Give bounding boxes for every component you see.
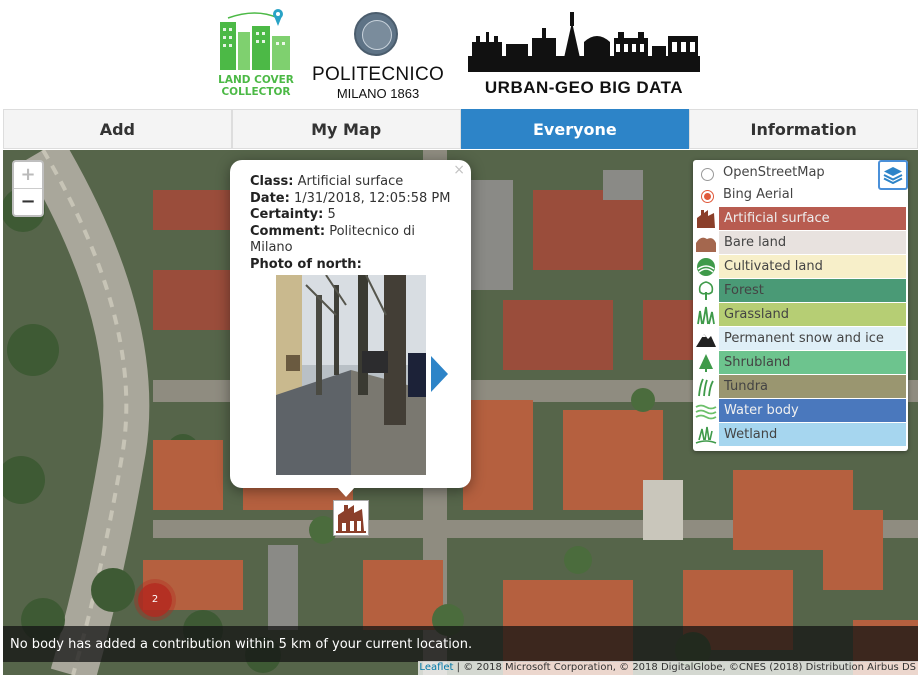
wetland-label: Wetland [719,423,906,446]
artificial-surface-marker[interactable] [333,500,369,536]
overlay-artificial-surface[interactable]: Artificial surface [693,207,908,231]
location-notice: No body has added a contribution within … [3,626,918,662]
popup-class-label: Class: [250,174,294,189]
milan-skyline-icon [468,12,700,72]
base-layer-openstreetmap[interactable]: OpenStreetMap [693,162,908,186]
overlay-cultivated-land[interactable]: Cultivated land [693,255,908,279]
osm-radio[interactable] [701,168,714,181]
leaflet-link[interactable]: Leaflet [419,662,453,673]
overlay-water-body[interactable]: Water body [693,399,908,423]
politecnico-seal-icon [354,12,398,56]
osm-label: OpenStreetMap [723,165,825,180]
popup-date-value: 1/31/2018, 12:05:58 PM [293,190,451,206]
overlay-tundra[interactable]: Tundra [693,375,908,399]
base-layer-bing-aerial[interactable]: Bing Aerial [693,184,908,208]
observation-popup: × Class: Artificial surface Date: 1/31/2… [230,160,471,488]
snow-ice-icon [696,334,716,347]
shrubland-label: Shrubland [719,351,906,374]
map[interactable]: + − × Class: Artificial surface Date: 1/… [3,150,918,675]
tundra-icon [698,378,714,397]
artificial-surface-label: Artificial surface [719,207,906,230]
popup-photo-row: Photo of north: [250,257,460,274]
cultivated-land-label: Cultivated land [719,255,906,278]
zoom-out-button[interactable]: − [14,189,42,215]
artificial-surface-icon [336,505,366,533]
lcc-line1: LAND COVER [218,74,294,86]
popup-date-label: Date: [250,190,290,206]
urban-geo-big-data-logo: URBAN-GEO BIG DATA [466,12,702,100]
popup-photo-label: Photo of north: [250,256,362,272]
bing-radio[interactable] [701,190,714,203]
popup-comment-row: Comment: Politecnico di Milano [250,224,460,257]
popup-certainty-value: 5 [327,207,336,222]
bare-land-label: Bare land [719,231,906,254]
main-nav: Add My Map Everyone Information [3,109,918,149]
overlay-shrubland[interactable]: Shrubland [693,351,908,375]
layers-icon [883,167,903,185]
grassland-icon [697,306,715,325]
cultivated-land-icon [697,258,715,276]
urban-geo-big-data-title: URBAN-GEO BIG DATA [484,78,684,97]
header: LAND COVER COLLECTOR POLITECNICO MILANO … [0,0,921,108]
artificial-surface-icon [697,210,715,228]
north-photo[interactable] [276,275,426,475]
overlay-wetland[interactable]: Wetland [693,423,908,447]
tab-my-map[interactable]: My Map [231,109,461,149]
politecnico-logo: POLITECNICO MILANO 1863 [312,10,445,101]
politecnico-sub: MILANO 1863 [336,86,420,101]
popup-class-value: Artificial surface [297,174,404,189]
tab-information[interactable]: Information [689,109,918,149]
tundra-label: Tundra [719,375,906,398]
overlay-forest[interactable]: Forest [693,279,908,303]
popup-certainty-label: Certainty: [250,207,324,222]
tab-everyone[interactable]: Everyone [460,109,690,149]
overlay-permanent-snow-ice[interactable]: Permanent snow and ice [693,327,908,351]
overlay-bare-land[interactable]: Bare land [693,231,908,255]
forest-icon [698,281,714,300]
zoom-in-button[interactable]: + [14,162,42,189]
wetland-icon [695,426,717,444]
next-photo-arrow-icon[interactable] [431,356,448,392]
tab-add[interactable]: Add [3,109,232,149]
snow-ice-label: Permanent snow and ice [719,327,906,350]
lcc-line2: COLLECTOR [221,86,291,98]
layer-control: OpenStreetMap Bing Aerial Artificial sur… [693,160,908,451]
popup-date-row: Date: 1/31/2018, 12:05:58 PM [250,191,460,208]
map-attribution: Leaflet | © 2018 Microsoft Corporation, … [418,661,918,675]
bare-land-icon [696,237,716,252]
popup-tip [336,486,356,497]
marker-cluster[interactable]: 2 [138,583,172,617]
popup-comment-label: Comment: [250,223,326,239]
shrubland-icon [699,354,713,372]
water-body-icon [695,404,717,420]
forest-label: Forest [719,279,906,302]
popup-content: Class: Artificial surface Date: 1/31/201… [250,174,460,273]
bing-label: Bing Aerial [723,187,794,202]
land-cover-collector-text: LAND COVER COLLECTOR [216,74,296,98]
land-cover-collector-logo: LAND COVER COLLECTOR [216,8,296,102]
popup-certainty-row: Certainty: 5 [250,207,460,224]
zoom-control: + − [12,160,44,217]
attribution-text: | © 2018 Microsoft Corporation, © 2018 D… [456,662,916,673]
overlay-grassland[interactable]: Grassland [693,303,908,327]
politecnico-name: POLITECNICO [312,64,445,85]
layers-toggle-button[interactable] [878,160,908,190]
water-body-label: Water body [719,399,906,422]
grassland-label: Grassland [719,303,906,326]
popup-class-row: Class: Artificial surface [250,174,460,191]
